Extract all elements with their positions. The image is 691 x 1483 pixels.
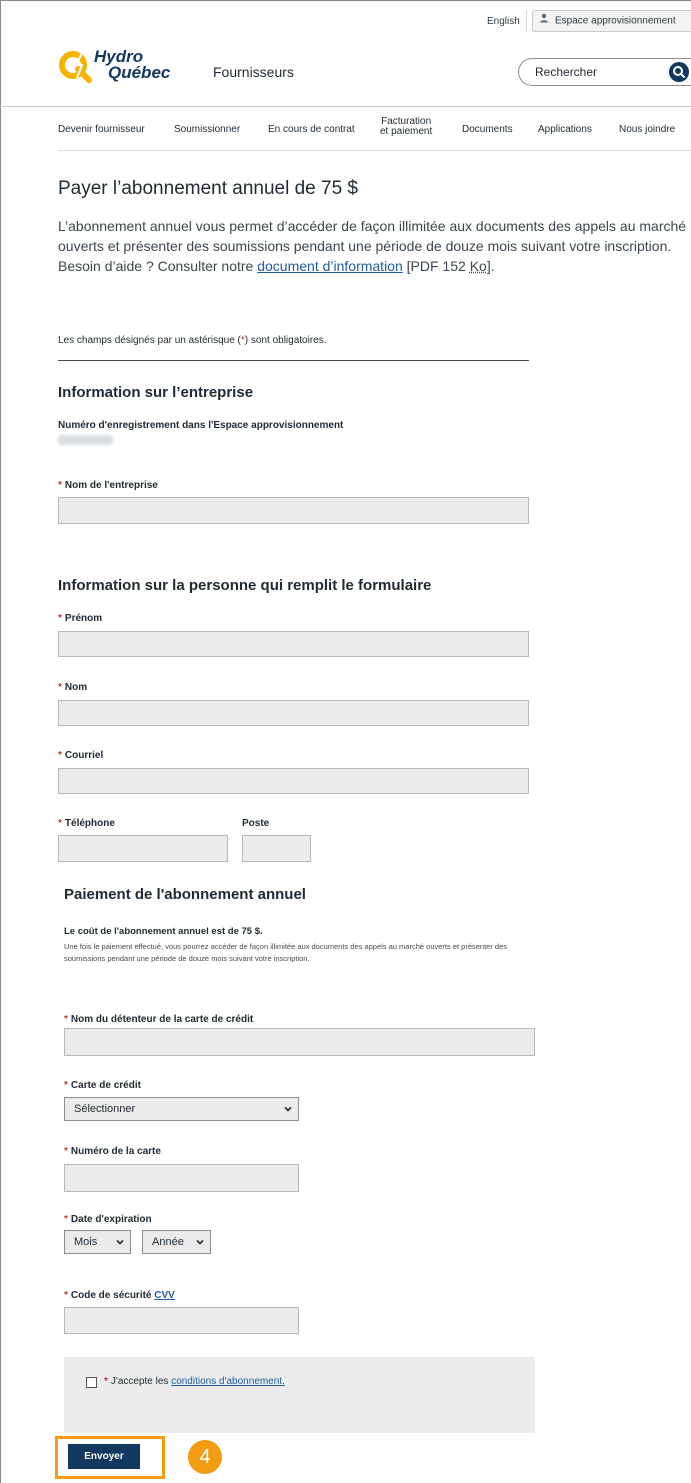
last-name-field[interactable] (58, 700, 529, 726)
search-button[interactable] (669, 62, 689, 82)
nav-bottom-divider (58, 150, 691, 151)
extension-label: Poste (242, 818, 270, 829)
user-icon (539, 11, 549, 31)
card-number-field[interactable] (64, 1164, 299, 1192)
terms-box (64, 1357, 535, 1433)
expiry-month-value: Mois (74, 1236, 98, 1248)
site-name[interactable]: Fournisseurs (213, 64, 294, 80)
terms-prefix: J'accepte les (110, 1376, 172, 1387)
first-name-label: * Prénom (58, 613, 103, 624)
search-box (518, 58, 691, 86)
section-divider (58, 360, 529, 361)
subscription-cost: Le coût de l'abonnement annuel est de 75… (64, 926, 263, 937)
nav-devenir-fournisseur[interactable]: Devenir fournisseur (58, 124, 145, 135)
registration-number-label: Numéro d'enregistrement dans l'Espace ap… (58, 420, 344, 431)
company-section-title: Information sur l’entreprise (58, 384, 254, 401)
required-note-text: Les champs désignés par un astérisque ( (58, 335, 241, 346)
language-link[interactable]: English (487, 16, 520, 27)
expiry-label: * Date d'expiration (64, 1214, 152, 1225)
company-name-label: * Nom de l'entreprise (58, 480, 158, 491)
card-type-select[interactable]: Sélectionner (64, 1097, 299, 1121)
information-document-link[interactable]: document d’information (257, 258, 403, 274)
nav-en-cours-de-contrat[interactable]: En cours de contrat (268, 124, 355, 135)
subscription-detail: Une fois le paiement effectué, vous pour… (64, 942, 508, 963)
chevron-down-icon (284, 1106, 292, 1112)
intro-text: L’abonnement annuel vous permet d’accéde… (58, 216, 691, 276)
cvv-link[interactable]: CVV (154, 1290, 175, 1301)
search-icon (673, 66, 685, 78)
submit-button[interactable]: Envoyer (68, 1444, 140, 1469)
intro-paragraph: L’abonnement annuel vous permet d’accéde… (58, 218, 687, 254)
cvv-label: * Code de sécurité CVV (64, 1290, 175, 1301)
nav-applications[interactable]: Applications (538, 124, 592, 135)
nav-nous-joindre[interactable]: Nous joindre (619, 124, 675, 135)
terms-conditions-link[interactable]: conditions d'abonnement. (171, 1376, 285, 1387)
email-label: * Courriel (58, 750, 104, 761)
expiry-year-select[interactable]: Année (142, 1230, 211, 1254)
expiry-year-value: Année (152, 1236, 184, 1248)
expiry-month-select[interactable]: Mois (64, 1230, 131, 1254)
intro-help-line: Besoin d’aide ? Consulter notre document… (58, 256, 691, 276)
chevron-down-icon (116, 1239, 124, 1245)
cvv-field[interactable] (64, 1307, 299, 1334)
kilobyte-abbr: Ko (469, 258, 487, 274)
intro-help-close: ]. (486, 258, 495, 274)
payment-section-title: Paiement de l'abonnement annuel (64, 886, 306, 903)
card-type-label: * Carte de crédit (64, 1080, 141, 1091)
registration-number-value (58, 435, 113, 445)
terms-text: * J'accepte les conditions d'abonnement. (104, 1376, 285, 1387)
nav-soumissionner[interactable]: Soumissionner (174, 124, 240, 135)
nav-facturation-line2: et paiement (380, 126, 433, 137)
cardholder-field[interactable] (64, 1028, 535, 1056)
logo-q-icon (59, 50, 92, 83)
last-name-label: * Nom (58, 682, 88, 693)
chevron-down-icon (196, 1239, 204, 1245)
first-name-field[interactable] (58, 631, 529, 657)
phone-label: * Téléphone (58, 818, 115, 829)
cardholder-label: * Nom du détenteur de la carte de crédit (64, 1014, 254, 1025)
card-type-value: Sélectionner (74, 1103, 136, 1115)
nav-top-divider (0, 106, 691, 107)
phone-field[interactable] (58, 835, 228, 862)
extension-field[interactable] (242, 835, 311, 862)
company-name-field[interactable] (58, 497, 529, 524)
required-fields-note: Les champs désignés par un astérisque (*… (58, 335, 327, 346)
step-number-badge: 4 (188, 1440, 222, 1474)
nav-facturation-et-paiement[interactable]: Facturation et paiement (380, 117, 432, 137)
email-field[interactable] (58, 768, 529, 794)
espace-approvisionnement-button[interactable]: Espace approvisionnement (532, 10, 691, 32)
intro-help-prefix: Besoin d’aide ? Consulter notre (58, 258, 258, 274)
search-input[interactable] (535, 64, 655, 80)
nav-documents[interactable]: Documents (462, 124, 513, 135)
person-section-title: Information sur la personne qui remplit … (58, 577, 432, 594)
required-note-suffix: ) sont obligatoires. (244, 335, 327, 346)
page-title: Payer l’abonnement annuel de 75 $ (58, 178, 359, 199)
espace-approvisionnement-label: Espace approvisionnement (555, 15, 676, 27)
intro-help-suffix: [PDF 152 (402, 258, 470, 274)
terms-checkbox[interactable] (86, 1377, 97, 1388)
utility-divider (526, 10, 527, 32)
card-number-label: * Numéro de la carte (64, 1146, 161, 1157)
logo-text-quebec: Québec (108, 63, 171, 82)
